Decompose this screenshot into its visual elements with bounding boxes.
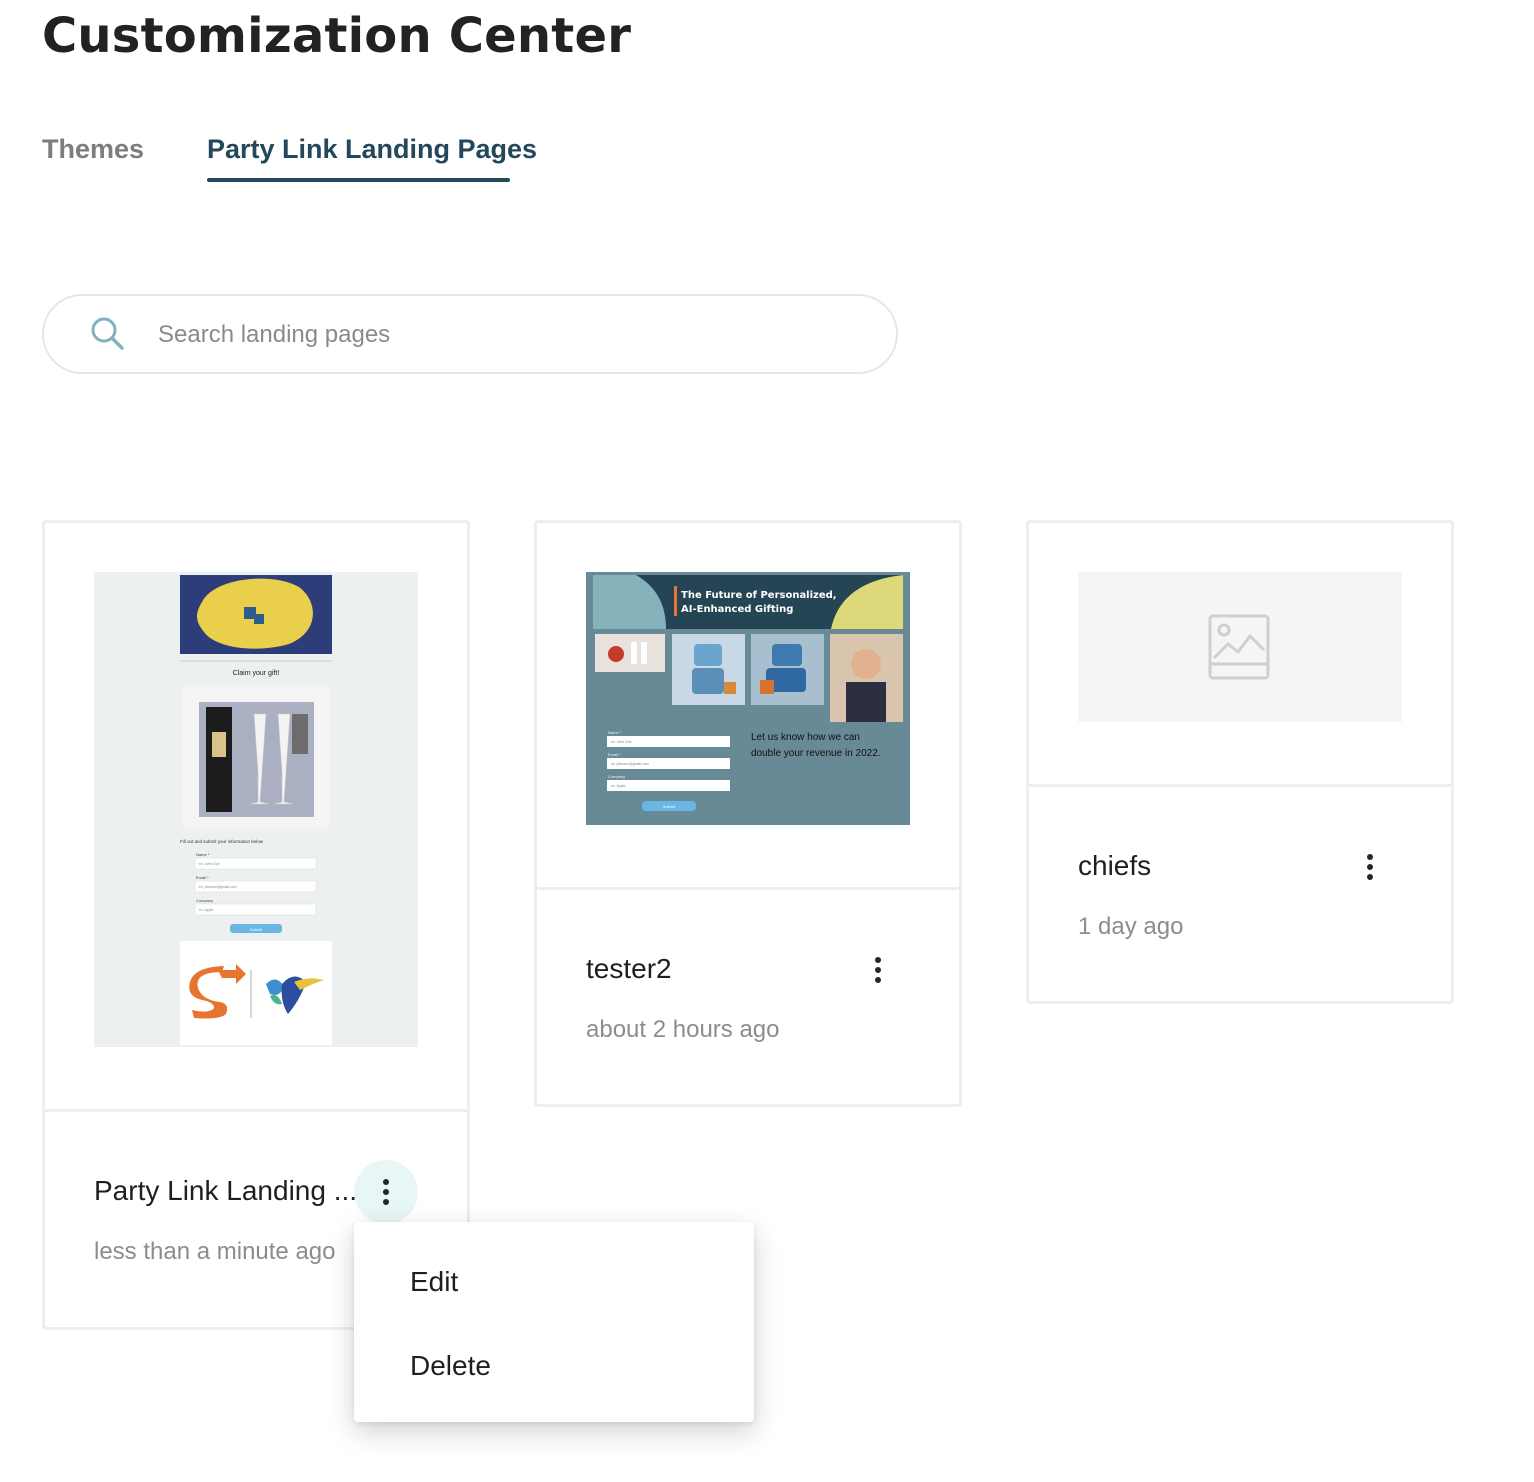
thumbnail-field-placeholder: ex. Apple (611, 784, 625, 788)
thumbnail-form-title: Fill out and submit your information bel… (180, 839, 264, 844)
landing-page-thumbnail[interactable] (1078, 572, 1402, 722)
more-options-button[interactable] (354, 1160, 418, 1224)
tab-themes[interactable]: Themes (42, 134, 144, 165)
landing-page-thumbnail[interactable]: Claim your gift! Fill out and submit you… (94, 572, 418, 1047)
more-options-button[interactable] (846, 938, 910, 1002)
kebab-dot (1367, 854, 1373, 860)
thumbnail-field-placeholder: ex. John Doe (199, 862, 220, 866)
thumbnail-heading: The Future of Personalized, (681, 590, 837, 601)
kebab-dot (1367, 874, 1373, 880)
thumbnail-body: Let us know how we can (751, 732, 860, 743)
kebab-dot (383, 1189, 389, 1195)
card-options-menu: Edit Delete (354, 1222, 754, 1422)
kebab-dot (875, 967, 881, 973)
image-placeholder-icon (1208, 614, 1270, 680)
thumbnail-heading: Claim your gift! (233, 670, 280, 677)
tab-party-link-landing-pages[interactable]: Party Link Landing Pages (207, 134, 537, 165)
more-options-button[interactable] (1338, 835, 1402, 899)
thumbnail-submit: Submit (250, 927, 263, 932)
thumbnail-field-label: Email * (196, 875, 209, 880)
menu-item-delete[interactable]: Delete (410, 1350, 491, 1382)
thumbnail-submit: Submit (663, 804, 676, 809)
landing-page-card[interactable]: Claim your gift! Fill out and submit you… (42, 520, 470, 1330)
landing-page-thumbnail[interactable]: The Future of Personalized, AI-Enhanced … (586, 572, 910, 825)
landing-page-card[interactable]: The Future of Personalized, AI-Enhanced … (534, 520, 962, 1107)
kebab-dot (383, 1179, 389, 1185)
landing-page-name[interactable]: chiefs (1078, 850, 1151, 882)
kebab-dot (875, 977, 881, 983)
thumbnail-field-placeholder: ex. johndoe@gmail.com (611, 762, 649, 766)
search-icon (91, 317, 124, 350)
thumbnail-field-label: Company (196, 898, 213, 903)
kebab-dot (875, 957, 881, 963)
thumbnail-heading: AI-Enhanced Gifting (681, 604, 793, 615)
active-tab-indicator (207, 178, 510, 182)
thumbnail-field-placeholder: ex. John Doe (611, 740, 632, 744)
thumbnail-field-label: Name * (608, 730, 622, 735)
landing-page-updated-time: less than a minute ago (94, 1238, 336, 1265)
menu-item-edit[interactable]: Edit (410, 1266, 458, 1298)
thumbnail-field-label: Email * (608, 752, 621, 757)
kebab-dot (383, 1199, 389, 1205)
thumbnail-field-label: Company (608, 774, 625, 779)
page-title: Customization Center (42, 8, 632, 64)
thumbnail-field-label: Name * (196, 852, 210, 857)
landing-page-updated-time: about 2 hours ago (586, 1016, 780, 1043)
search-input[interactable] (156, 314, 860, 356)
thumbnail-field-placeholder: ex. johndoe@gmail.com (199, 885, 237, 889)
landing-page-name[interactable]: tester2 (586, 953, 672, 985)
landing-page-name[interactable]: Party Link Landing ... (94, 1175, 357, 1207)
kebab-dot (1367, 864, 1373, 870)
landing-page-updated-time: 1 day ago (1078, 913, 1184, 940)
search-bar[interactable] (42, 294, 898, 374)
thumbnail-body: double your revenue in 2022. (751, 748, 881, 759)
landing-page-card[interactable]: chiefs 1 day ago (1026, 520, 1454, 1004)
thumbnail-field-placeholder: ex. Apple (199, 908, 213, 912)
